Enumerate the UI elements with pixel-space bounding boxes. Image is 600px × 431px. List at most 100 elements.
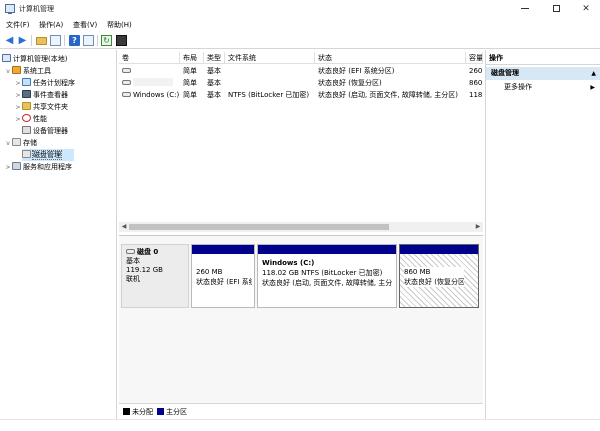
more-actions-item[interactable]: 更多操作 ▶ <box>486 81 600 94</box>
tree-item-services[interactable]: > 服务和应用程序 <box>4 161 72 173</box>
partition-efi[interactable]: 260 MB 状态良好 (EFI 系统 <box>191 244 255 308</box>
status-cell: 状态良好 (启动, 页面文件, 故障转储, 主分区) <box>318 91 459 99</box>
drive-icon <box>122 92 131 97</box>
table-row[interactable]: 简单 基本 状态良好 (EFI 系统分区) 260 <box>119 65 483 77</box>
forward-arrow-icon[interactable]: ▶ <box>17 35 28 46</box>
column-capacity[interactable]: 容量 <box>466 52 483 64</box>
navigation-tree: 计算机管理(本地) v 系统工具 > 任务计划程序 > 事件查看器 > 共享文件夹 > 性… <box>0 50 117 420</box>
menu-bar: 文件(F) 操作(A) 查看(V) 帮助(H) <box>0 18 600 32</box>
drive-icon <box>122 68 131 73</box>
collapse-up-icon[interactable]: ▲ <box>591 67 596 80</box>
volume-list-header: 卷 布局 类型 文件系统 状态 容量 <box>119 52 483 64</box>
minimize-button[interactable] <box>510 0 540 18</box>
minimize-icon <box>521 8 529 9</box>
file-system-cell <box>225 77 315 89</box>
actions-pane: 操作 磁盘管理 ▲ 更多操作 ▶ <box>485 50 600 420</box>
status-cell: 状态良好 (恢复分区) <box>318 79 382 87</box>
help-icon[interactable]: ? <box>69 35 80 46</box>
volume-name-cell <box>119 77 180 89</box>
status-cell: 状态良好 (EFI 系统分区) <box>318 67 395 75</box>
partition-text: 860 MB 状态良好 (恢复分区) <box>404 267 464 287</box>
table-row[interactable]: 简单 基本 状态良好 (恢复分区) 860 <box>119 77 483 89</box>
toolbar-divider <box>97 35 98 46</box>
submenu-arrow-icon: ▶ <box>590 84 595 91</box>
primary-partition-bar <box>400 245 478 254</box>
tree-item-system-tools[interactable]: v 系统工具 <box>4 65 51 77</box>
close-button[interactable]: ✕ <box>571 0 600 18</box>
scroll-left-icon[interactable]: ◀ <box>119 222 129 232</box>
column-volume[interactable]: 卷 <box>119 52 180 64</box>
volume-list-pane: 卷 布局 类型 文件系统 状态 容量 简单 基本 状态良好 (EFI 系统分区)… <box>119 50 483 420</box>
menu-action[interactable]: 操作(A) <box>39 20 63 30</box>
layout-cell: 简单 <box>183 67 197 75</box>
primary-partition-bar <box>258 245 396 254</box>
partition-legend: 未分配 主分区 <box>119 403 483 417</box>
disk-name-line: 磁盘 0 <box>126 248 184 257</box>
device-manager-icon <box>22 126 31 134</box>
table-row[interactable]: Windows (C:) 简单 基本 NTFS (BitLocker 已加密) … <box>119 89 483 101</box>
tree-item-shared-folders[interactable]: > 共享文件夹 <box>14 101 68 113</box>
column-file-system[interactable]: 文件系统 <box>225 52 315 64</box>
back-arrow-icon[interactable]: ◀ <box>4 35 15 46</box>
refresh-icon[interactable]: ↻ <box>101 35 112 46</box>
show-hide-tree-icon[interactable] <box>50 35 61 46</box>
chevron-right-icon[interactable]: > <box>4 162 12 174</box>
partition-windows-c[interactable]: Windows (C:) 118.02 GB NTFS (BitLocker 已… <box>257 244 397 308</box>
shared-folder-icon <box>22 102 31 110</box>
scroll-right-icon[interactable]: ▶ <box>473 222 483 232</box>
disk-icon <box>126 249 135 254</box>
chevron-down-icon[interactable]: v <box>4 138 12 150</box>
actions-section-label: 磁盘管理 <box>491 69 519 77</box>
legend-unallocated-label: 未分配 <box>132 408 153 416</box>
tree-item-task-scheduler[interactable]: > 任务计划程序 <box>14 77 75 89</box>
disk-type: 基本 <box>126 257 140 265</box>
volume-name-cell <box>119 65 180 77</box>
file-system-cell <box>225 65 315 77</box>
disk-0-label[interactable]: 磁盘 0 基本 119.12 GB 联机 <box>121 244 189 308</box>
type-cell: 基本 <box>207 67 221 75</box>
tree-item-disk-management[interactable]: 磁盘管理 <box>22 149 74 161</box>
column-type[interactable]: 类型 <box>204 52 225 64</box>
disk-graphical-view: 磁盘 0 基本 119.12 GB 联机 260 MB 状态良好 (EFI 系统… <box>119 235 483 415</box>
disk-size: 119.12 GB <box>126 266 163 274</box>
partition-status: 状态良好 (启动, 页面文件, 故障转储, 主分 <box>262 279 393 287</box>
maximize-button[interactable] <box>541 0 571 18</box>
tree-item-storage[interactable]: v 存储 <box>4 137 37 149</box>
menu-file[interactable]: 文件(F) <box>6 20 30 30</box>
toolbar-divider <box>64 35 65 46</box>
tree-item-performance[interactable]: > 性能 <box>14 113 47 125</box>
tree-item-device-manager[interactable]: 设备管理器 <box>22 125 68 137</box>
partition-recovery[interactable]: 860 MB 状态良好 (恢复分区) <box>399 244 479 308</box>
actions-section-disk-management[interactable]: 磁盘管理 ▲ <box>486 67 600 80</box>
toolbar-divider <box>31 35 32 46</box>
computer-management-icon <box>5 4 15 14</box>
disk-state: 联机 <box>126 275 140 283</box>
menu-help[interactable]: 帮助(H) <box>107 20 132 30</box>
chevron-down-icon[interactable]: v <box>4 66 12 78</box>
maximize-icon <box>552 5 560 12</box>
column-status[interactable]: 状态 <box>315 52 466 64</box>
scrollbar-thumb[interactable] <box>129 224 389 230</box>
tree-item-event-viewer[interactable]: > 事件查看器 <box>14 89 68 101</box>
column-layout[interactable]: 布局 <box>180 52 204 64</box>
properties-icon[interactable] <box>116 35 127 46</box>
tools-icon <box>12 66 21 74</box>
tree-root[interactable]: 计算机管理(本地) <box>2 53 67 65</box>
up-folder-icon[interactable] <box>36 37 47 45</box>
partition-title: Windows (C:) <box>262 259 315 267</box>
disk-management-icon <box>22 150 31 158</box>
unallocated-swatch <box>123 408 130 415</box>
event-viewer-icon <box>22 90 31 98</box>
computer-management-window: 计算机管理 ✕ 文件(F) 操作(A) 查看(V) 帮助(H) ◀ ▶ ? ↻ … <box>0 0 600 431</box>
show-action-pane-icon[interactable] <box>83 35 94 46</box>
menu-view[interactable]: 查看(V) <box>73 20 97 30</box>
toolbar: ◀ ▶ ? ↻ <box>0 32 600 49</box>
chevron-right-icon[interactable]: > <box>14 114 22 126</box>
capacity-cell: 860 <box>469 79 483 87</box>
title-bar: 计算机管理 ✕ <box>0 0 600 18</box>
partition-status: 状态良好 (恢复分区) <box>404 278 464 286</box>
layout-cell: 简单 <box>183 91 197 99</box>
horizontal-scrollbar[interactable]: ◀ ▶ <box>119 222 483 232</box>
window-title: 计算机管理 <box>19 5 54 13</box>
more-actions-label: 更多操作 <box>504 83 532 91</box>
